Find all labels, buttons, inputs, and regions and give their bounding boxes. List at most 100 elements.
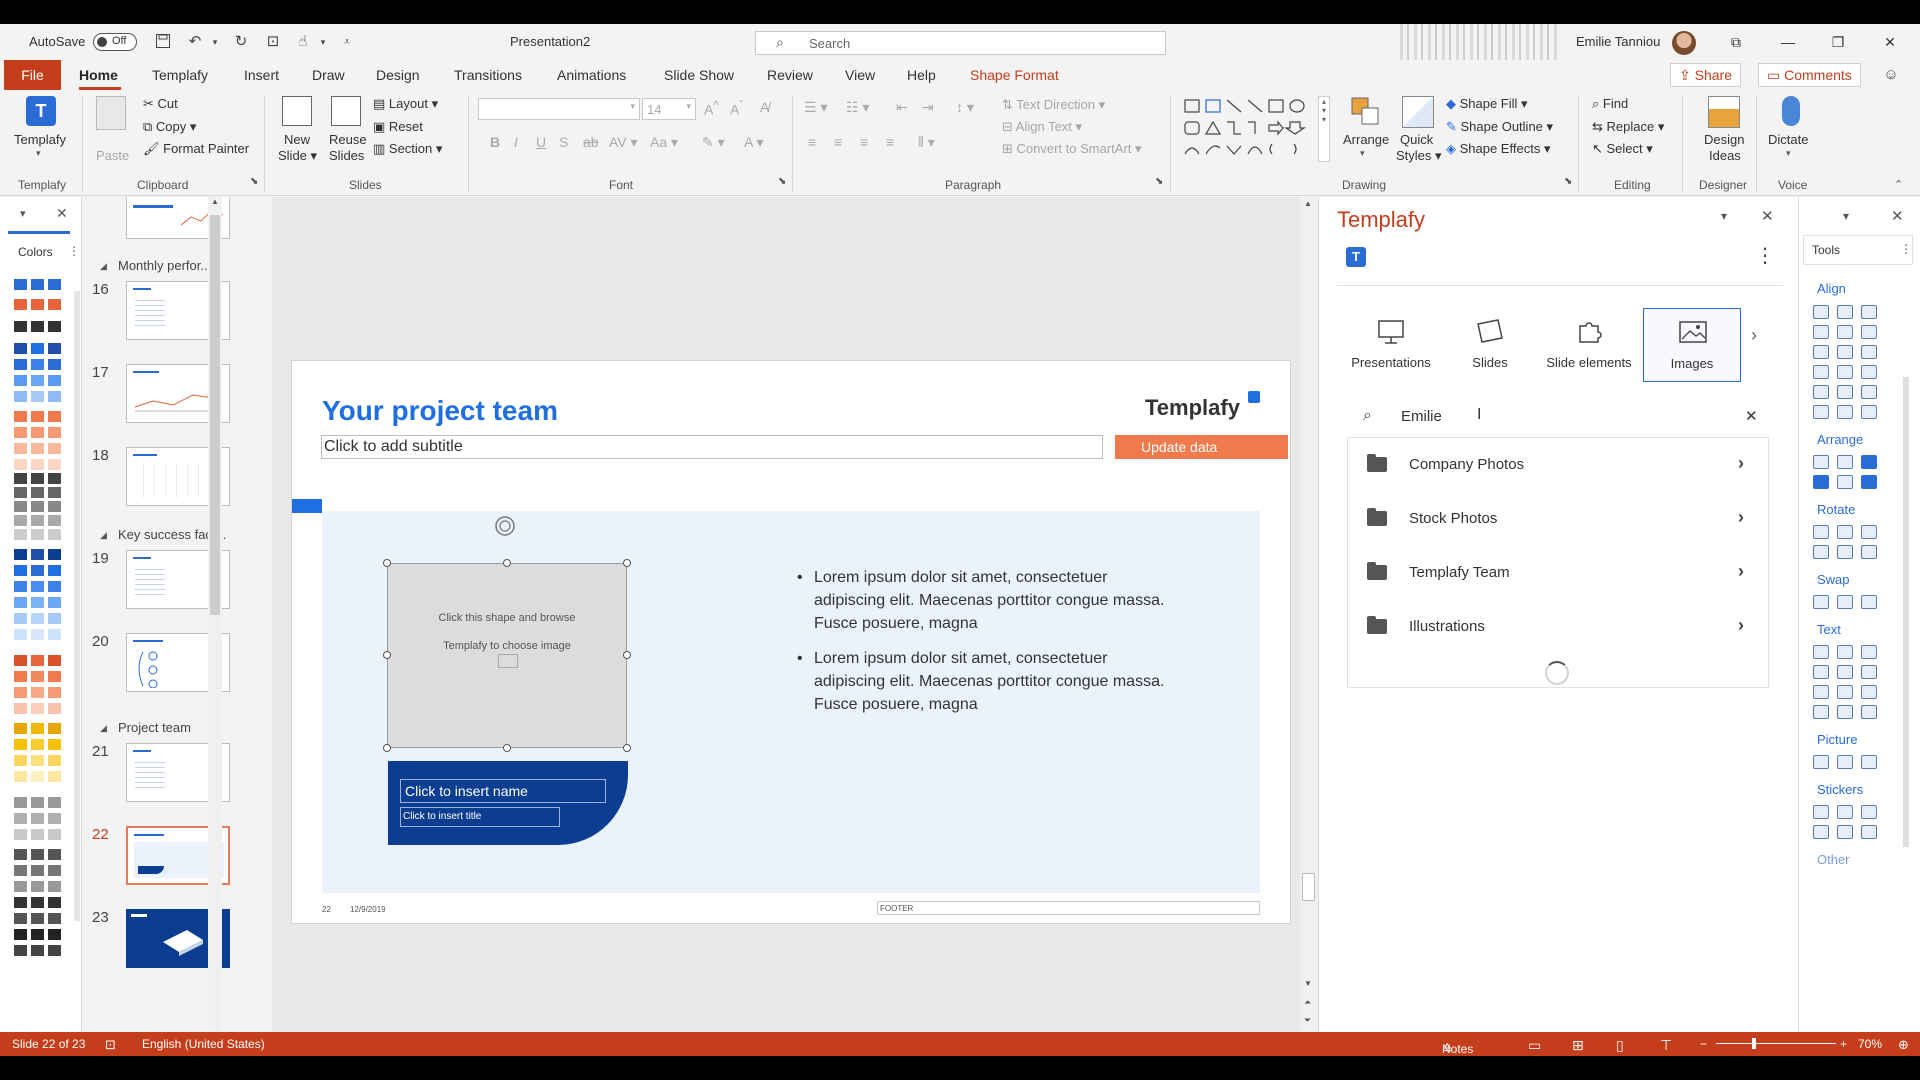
dialog-launcher-icon[interactable]: ⬊ [250, 176, 258, 187]
resize-handle[interactable] [503, 744, 511, 752]
color-swatch[interactable] [48, 427, 61, 438]
color-swatch[interactable] [31, 703, 44, 714]
color-swatch[interactable] [48, 411, 61, 422]
color-swatch[interactable] [14, 897, 27, 908]
search-box[interactable]: ⌕ Search [755, 31, 1166, 55]
design-ideas-label-1[interactable]: Design [1704, 132, 1744, 147]
align-left-icon[interactable]: ≡ [808, 134, 816, 150]
pane-options-icon[interactable]: ▾ [1721, 209, 1727, 223]
dictate-label[interactable]: Dictate [1768, 132, 1808, 147]
color-swatch[interactable] [48, 459, 61, 470]
quick-styles-label-2[interactable]: Styles ▾ [1396, 148, 1442, 164]
close-pane-icon[interactable]: ✕ [56, 205, 68, 222]
color-swatch[interactable] [31, 829, 44, 840]
shrink-font-icon[interactable]: Aˇ [730, 99, 743, 118]
tab-templafy[interactable]: Templafy [152, 67, 208, 83]
title-placeholder[interactable]: Click to insert title [400, 807, 560, 827]
color-swatch[interactable] [31, 321, 44, 332]
color-swatch[interactable] [14, 797, 27, 808]
color-swatch[interactable] [31, 299, 44, 310]
tool-icon[interactable] [1813, 705, 1829, 719]
close-pane-icon[interactable]: ✕ [1761, 207, 1774, 225]
color-swatch[interactable] [14, 501, 27, 512]
tool-icon[interactable] [1813, 665, 1829, 679]
scroll-thumb[interactable] [1302, 873, 1315, 901]
justify-icon[interactable]: ≡ [886, 134, 894, 150]
tool-icon[interactable] [1837, 345, 1853, 359]
decrease-indent-icon[interactable]: ⇤ [896, 99, 908, 116]
color-swatch[interactable] [31, 629, 44, 640]
tool-icon[interactable] [1813, 385, 1829, 399]
color-swatch[interactable] [14, 443, 27, 454]
color-swatch[interactable] [31, 487, 44, 498]
color-swatch[interactable] [48, 739, 61, 750]
color-swatch[interactable] [31, 897, 44, 908]
slide[interactable]: Your project team Click to add subtitle … [292, 361, 1290, 923]
color-swatch[interactable] [14, 929, 27, 940]
color-swatch[interactable] [14, 411, 27, 422]
tool-icon[interactable] [1861, 475, 1877, 489]
undo-dropdown-icon[interactable]: ▾ [206, 33, 224, 51]
name-placeholder[interactable]: Click to insert name [400, 779, 606, 803]
color-swatch[interactable] [14, 565, 27, 576]
resize-handle[interactable] [383, 744, 391, 752]
color-swatch[interactable] [31, 529, 44, 540]
color-swatch[interactable] [31, 771, 44, 782]
reading-view-icon[interactable]: ▯ [1616, 1037, 1624, 1054]
spellcheck-icon[interactable]: ⊡ [105, 1037, 116, 1053]
tool-icon[interactable] [1813, 525, 1829, 539]
tool-icon[interactable] [1837, 665, 1853, 679]
color-swatch[interactable] [48, 687, 61, 698]
nav-presentations[interactable]: Presentations [1342, 308, 1440, 382]
tool-icon[interactable] [1861, 305, 1877, 319]
color-swatch[interactable] [31, 913, 44, 924]
more-options-icon[interactable]: ⋮ [1755, 243, 1775, 268]
color-swatch[interactable] [48, 655, 61, 666]
text-direction-button[interactable]: ⇅ Text Direction ▾ [1002, 97, 1105, 113]
increase-indent-icon[interactable]: ⇥ [922, 99, 934, 116]
tool-icon[interactable] [1837, 365, 1853, 379]
color-swatch[interactable] [31, 359, 44, 370]
color-swatch[interactable] [48, 391, 61, 402]
tool-icon[interactable] [1837, 525, 1853, 539]
tool-icon[interactable] [1861, 455, 1877, 469]
zoom-in-icon[interactable]: + [1840, 1037, 1847, 1051]
color-swatch[interactable] [31, 797, 44, 808]
tab-transitions[interactable]: Transitions [454, 67, 522, 83]
font-name-input[interactable]: ▾ [478, 98, 640, 120]
columns-icon[interactable]: ⫴ ▾ [918, 134, 935, 151]
color-swatch[interactable] [48, 613, 61, 624]
tool-icon[interactable] [1813, 345, 1829, 359]
tool-icon[interactable] [1861, 705, 1877, 719]
tool-icon[interactable] [1861, 805, 1877, 819]
color-swatch[interactable] [14, 629, 27, 640]
resize-handle[interactable] [383, 651, 391, 659]
restore-icon[interactable]: ❐ [1828, 32, 1848, 52]
microphone-icon[interactable] [1782, 96, 1800, 126]
color-swatch[interactable] [48, 581, 61, 592]
templafy-dropdown-icon[interactable]: ▾ [36, 148, 41, 159]
grow-font-icon[interactable]: A^ [704, 99, 719, 118]
tool-icon[interactable] [1837, 645, 1853, 659]
thumbnail-scrollbar[interactable]: ▲ ▼ [208, 197, 222, 1056]
format-painter-button[interactable]: 🖌 Format Painter [143, 141, 249, 157]
color-swatch[interactable] [31, 929, 44, 940]
underline-icon[interactable]: U [536, 134, 546, 150]
color-swatch[interactable] [48, 671, 61, 682]
slideshow-view-icon[interactable]: ⊤ [1660, 1037, 1672, 1054]
resize-handle[interactable] [503, 559, 511, 567]
color-swatch[interactable] [31, 549, 44, 560]
color-swatch[interactable] [14, 529, 27, 540]
cut-button[interactable]: ✂ Cut [143, 96, 178, 112]
italic-icon[interactable]: I [514, 134, 518, 150]
bold-icon[interactable]: B [490, 134, 500, 150]
section-collapse-icon[interactable]: ◢ [100, 723, 107, 734]
color-swatch[interactable] [48, 829, 61, 840]
tool-icon[interactable] [1837, 455, 1853, 469]
tool-icon[interactable] [1861, 825, 1877, 839]
align-right-icon[interactable]: ≡ [860, 134, 868, 150]
close-icon[interactable]: ✕ [1880, 32, 1900, 52]
tool-icon[interactable] [1861, 685, 1877, 699]
color-swatch[interactable] [48, 813, 61, 824]
color-swatch[interactable] [14, 655, 27, 666]
